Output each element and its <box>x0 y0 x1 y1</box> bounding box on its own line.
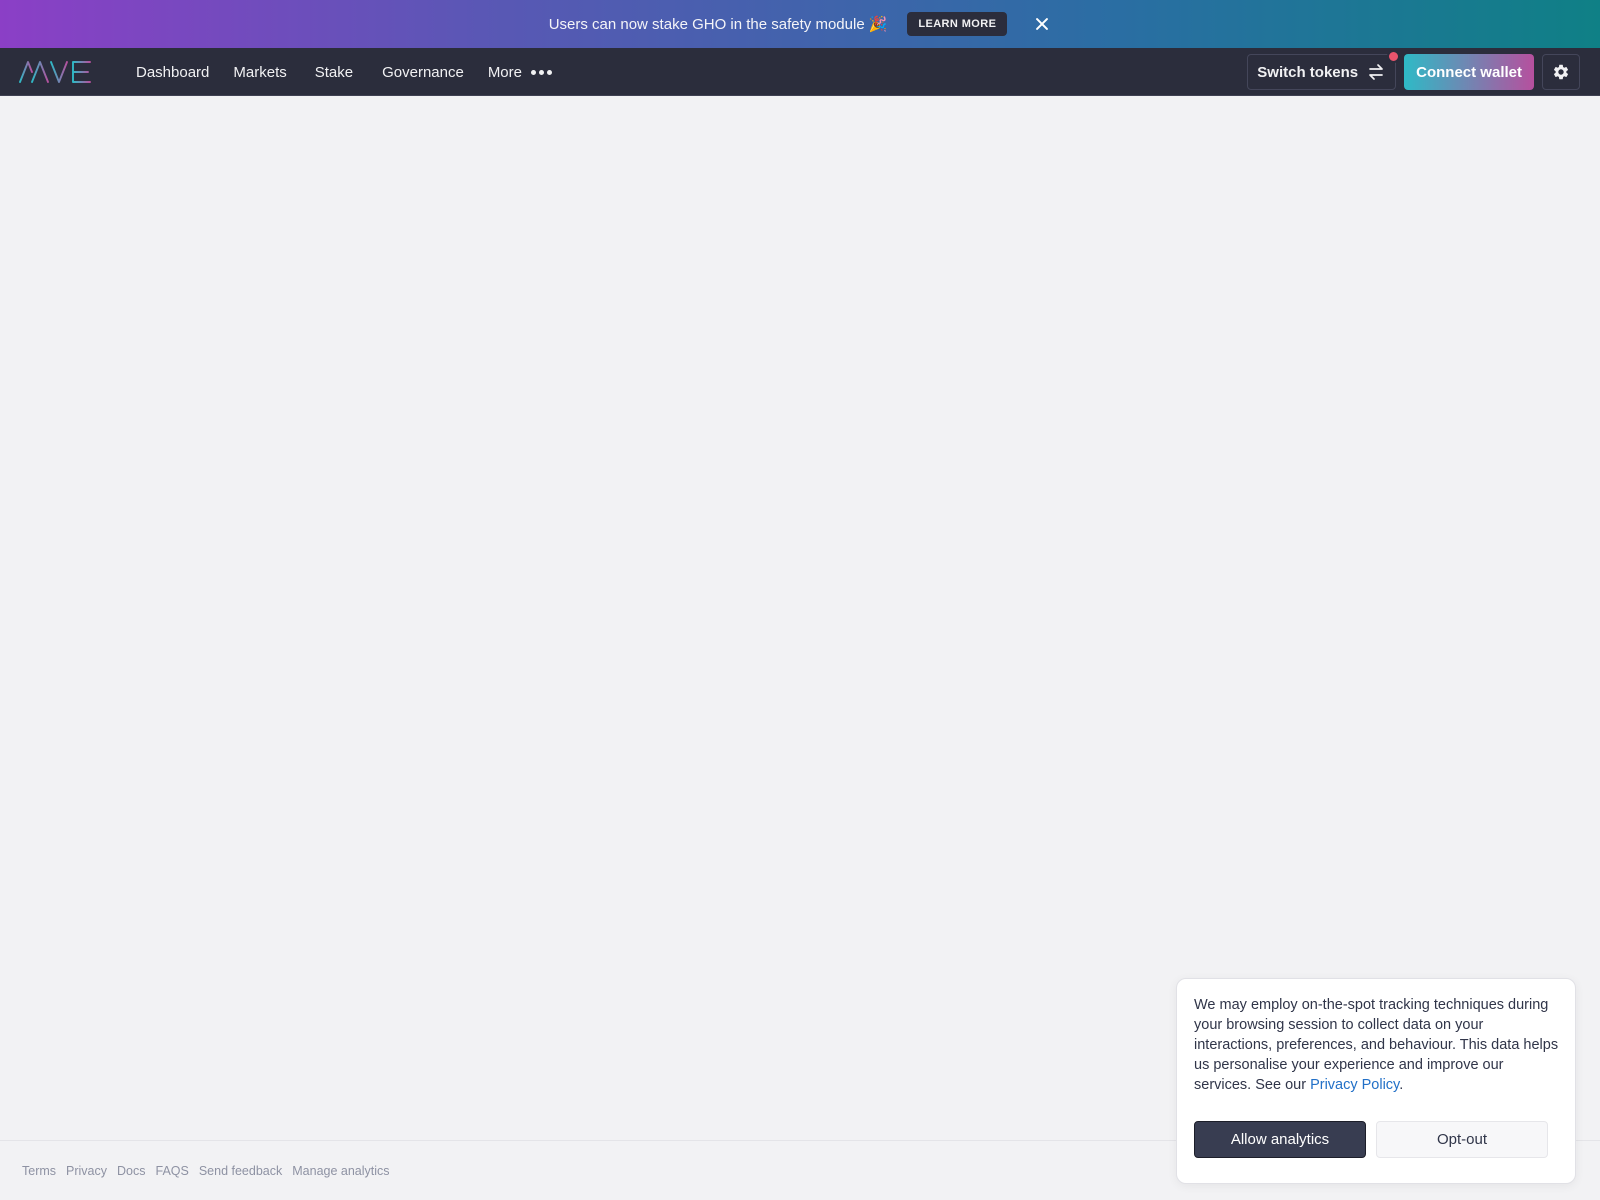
main-nav: Dashboard Markets Stake Governance More <box>124 48 564 96</box>
privacy-policy-link[interactable]: Privacy Policy <box>1310 1077 1399 1093</box>
aave-logo-icon <box>19 61 91 83</box>
swap-arrows-icon <box>1367 63 1385 81</box>
footer-send-feedback-link[interactable]: Send feedback <box>199 1164 282 1178</box>
footer-privacy-link[interactable]: Privacy <box>66 1164 107 1178</box>
footer-terms-link[interactable]: Terms <box>22 1164 56 1178</box>
switch-tokens-button[interactable]: Switch tokens <box>1247 50 1401 90</box>
party-popper-icon: 🎉 <box>868 16 888 33</box>
close-icon[interactable] <box>1033 15 1051 33</box>
analytics-consent-dialog: We may employ on-the-spot tracking techn… <box>1176 978 1576 1184</box>
footer-faqs-link[interactable]: FAQS <box>156 1164 189 1178</box>
notification-dot <box>1387 50 1401 63</box>
nav-markets[interactable]: Markets <box>221 48 302 96</box>
consent-text: We may employ on-the-spot tracking techn… <box>1194 997 1559 1093</box>
gear-icon <box>1553 64 1569 80</box>
banner-message: Users can now stake GHO in the safety mo… <box>548 15 865 33</box>
connect-wallet-button[interactable]: Connect wallet <box>1404 54 1534 90</box>
settings-button[interactable] <box>1542 54 1580 90</box>
aave-logo[interactable] <box>19 60 93 84</box>
top-navbar: Dashboard Markets Stake Governance More … <box>0 48 1600 96</box>
footer-docs-link[interactable]: Docs <box>117 1164 145 1178</box>
learn-more-button[interactable]: LEARN MORE <box>907 12 1008 36</box>
nav-actions: Switch tokens Connect wallet <box>1247 50 1580 90</box>
more-dots-icon <box>531 69 552 75</box>
nav-more[interactable]: More <box>476 48 564 96</box>
consent-actions: Allow analytics Opt-out <box>1194 1121 1548 1158</box>
announcement-banner: Users can now stake GHO in the safety mo… <box>0 0 1600 48</box>
nav-dashboard[interactable]: Dashboard <box>124 48 221 96</box>
footer-manage-analytics-link[interactable]: Manage analytics <box>292 1164 389 1178</box>
nav-stake[interactable]: Stake <box>303 48 370 96</box>
nav-governance[interactable]: Governance <box>370 48 476 96</box>
opt-out-button[interactable]: Opt-out <box>1376 1121 1548 1158</box>
allow-analytics-button[interactable]: Allow analytics <box>1194 1121 1366 1158</box>
